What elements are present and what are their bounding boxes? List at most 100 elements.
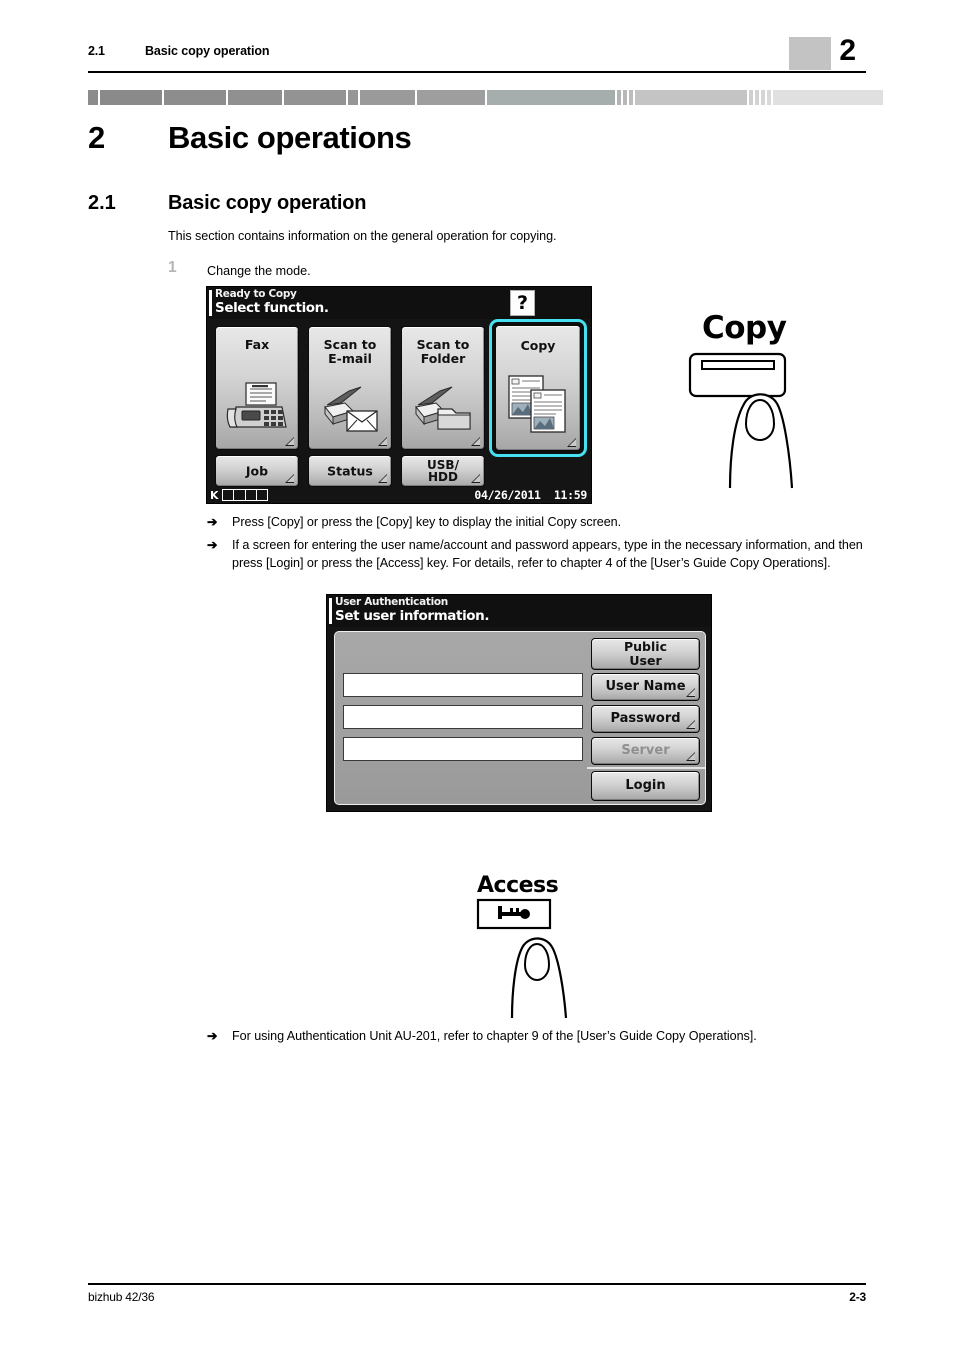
footer-product-name: bizhub 42/36 bbox=[88, 1290, 155, 1304]
footer-divider-rule bbox=[88, 1283, 866, 1285]
instruction-bullet-1-text: Press [Copy] or press the [Copy] key to … bbox=[232, 515, 622, 529]
copy-hardware-key-illustration bbox=[672, 306, 862, 491]
stripe-segment bbox=[360, 90, 415, 105]
lcd-time: 11:59 bbox=[553, 488, 587, 502]
step-text: Change the mode. bbox=[207, 264, 311, 278]
lcd-key-fax[interactable]: Fax bbox=[215, 326, 299, 450]
footer-page-number: 2-3 bbox=[849, 1290, 866, 1304]
auth-key-password[interactable]: Password bbox=[591, 705, 700, 733]
lcd-key-copy[interactable]: Copy bbox=[495, 325, 581, 451]
access-hardware-key-illustration bbox=[472, 870, 602, 1020]
expand-corner-icon bbox=[378, 474, 387, 483]
header-chapter-badge-box bbox=[789, 37, 831, 70]
section-title: Basic copy operation bbox=[168, 192, 367, 214]
expand-corner-icon bbox=[567, 438, 576, 447]
lcd-status-text: Ready to Copy bbox=[215, 288, 297, 300]
lcd-accent-bar bbox=[329, 598, 332, 624]
stripe-segment bbox=[100, 90, 162, 105]
auth-input-server[interactable] bbox=[343, 737, 583, 761]
chapter-number: 2 bbox=[88, 120, 106, 155]
chapter-heading: 2 Basic operations bbox=[88, 118, 788, 162]
arrow-bullet-icon: ➔ bbox=[207, 538, 218, 552]
lcd-key-usb-hdd[interactable]: USB/ HDD bbox=[401, 455, 485, 487]
auth-form-body: Public User User Name Password Server Lo… bbox=[334, 631, 706, 805]
lcd-datetime: 04/26/2011 11:59 bbox=[474, 488, 587, 502]
lcd-accent-bar bbox=[209, 290, 212, 316]
header-section-number: 2.1 bbox=[88, 44, 105, 58]
expand-corner-icon bbox=[471, 437, 480, 446]
expand-corner-icon bbox=[471, 474, 480, 483]
header-divider-rule bbox=[88, 71, 866, 73]
expand-corner-icon bbox=[285, 474, 294, 483]
auth-key-user-name-label: User Name bbox=[605, 679, 686, 694]
auth-key-user-name[interactable]: User Name bbox=[591, 673, 700, 701]
header-section-title: Basic copy operation bbox=[145, 44, 270, 58]
section-intro-paragraph: This section contains information on the… bbox=[168, 229, 557, 243]
stripe-segment bbox=[228, 90, 282, 105]
arrow-bullet-icon: ➔ bbox=[207, 515, 218, 529]
lcd-panel-user-authentication: User Authentication Set user information… bbox=[326, 594, 712, 812]
expand-corner-icon bbox=[686, 688, 695, 697]
lcd-prompt-text: Set user information. bbox=[335, 608, 490, 624]
section-heading: 2.1 Basic copy operation bbox=[88, 190, 788, 220]
instruction-bullet-2-text: If a screen for entering the user name/a… bbox=[232, 538, 863, 570]
instruction-bullet-3-text: For using Authentication Unit AU-201, re… bbox=[232, 1029, 757, 1043]
section-number: 2.1 bbox=[88, 192, 116, 214]
running-header: 2.1 Basic copy operation 2 bbox=[88, 34, 866, 74]
lcd-key-copy-label: Copy bbox=[520, 338, 556, 353]
toner-gauge-segment bbox=[245, 490, 257, 500]
header-chapter-number: 2 bbox=[839, 34, 856, 67]
scanner-envelope-icon bbox=[319, 381, 381, 437]
auth-key-server: Server bbox=[591, 737, 700, 765]
stripe-segment bbox=[635, 90, 747, 105]
step-number: 1 bbox=[168, 259, 177, 276]
expand-corner-icon bbox=[285, 437, 294, 446]
expand-corner-icon bbox=[686, 720, 695, 729]
lcd-key-scan-to-folder[interactable]: Scan to Folder bbox=[401, 326, 485, 450]
toner-letter-label: K bbox=[210, 489, 219, 502]
lcd-panel-select-function: Ready to Copy Select function. ? Fax Sca… bbox=[206, 286, 592, 504]
lcd-status-footer: K 04/26/2011 11:59 bbox=[207, 487, 591, 503]
lcd-key-fax-label: Fax bbox=[244, 337, 270, 352]
auth-key-login-label: Login bbox=[625, 778, 666, 793]
stripe-segment bbox=[417, 90, 485, 105]
lcd-key-scan-to-email[interactable]: Scan to E-mail bbox=[308, 326, 392, 450]
documents-copy-icon bbox=[505, 372, 571, 438]
stripe-segment bbox=[773, 90, 883, 105]
lcd-key-scan-to-folder-label: Scan to Folder bbox=[416, 337, 470, 366]
stripe-segment bbox=[284, 90, 346, 105]
arrow-bullet-icon: ➔ bbox=[207, 1029, 218, 1043]
instruction-bullet-3: ➔ For using Authentication Unit AU-201, … bbox=[207, 1028, 879, 1046]
expand-corner-icon bbox=[378, 437, 387, 446]
lcd-key-scan-to-email-label: Scan to E-mail bbox=[323, 337, 377, 366]
auth-key-login[interactable]: Login bbox=[591, 771, 700, 801]
stripe-segment bbox=[88, 90, 98, 105]
lcd-status-text: User Authentication bbox=[335, 596, 448, 608]
stripe-segment bbox=[348, 90, 358, 105]
auth-key-password-label: Password bbox=[610, 711, 681, 726]
decorative-stripe-bar bbox=[88, 90, 883, 105]
auth-key-server-label: Server bbox=[621, 743, 670, 758]
scanner-folder-icon bbox=[412, 381, 474, 437]
toner-gauge-segment bbox=[234, 490, 246, 500]
auth-key-public-user[interactable]: Public User bbox=[591, 638, 700, 670]
chapter-title: Basic operations bbox=[168, 120, 412, 155]
instruction-bullet-2: ➔ If a screen for entering the user name… bbox=[207, 537, 879, 572]
stripe-segment bbox=[164, 90, 226, 105]
auth-input-user-name[interactable] bbox=[343, 673, 583, 697]
expand-corner-icon bbox=[686, 752, 695, 761]
lcd-key-status[interactable]: Status bbox=[308, 455, 392, 487]
auth-key-public-user-label: Public User bbox=[624, 639, 667, 668]
toner-gauge-segment bbox=[223, 490, 235, 500]
page-footer: bizhub 42/36 2-3 bbox=[88, 1283, 866, 1313]
lcd-date: 04/26/2011 bbox=[474, 488, 541, 502]
auth-input-password[interactable] bbox=[343, 705, 583, 729]
stripe-segment bbox=[487, 90, 615, 105]
auth-divider bbox=[587, 767, 705, 769]
toner-gauge-segment bbox=[256, 490, 267, 500]
lcd-prompt-text: Select function. bbox=[215, 300, 329, 316]
help-icon[interactable]: ? bbox=[510, 290, 535, 316]
fax-machine-icon bbox=[226, 381, 288, 437]
lcd-key-job[interactable]: Job bbox=[215, 455, 299, 487]
instruction-bullet-1: ➔ Press [Copy] or press the [Copy] key t… bbox=[207, 514, 879, 532]
